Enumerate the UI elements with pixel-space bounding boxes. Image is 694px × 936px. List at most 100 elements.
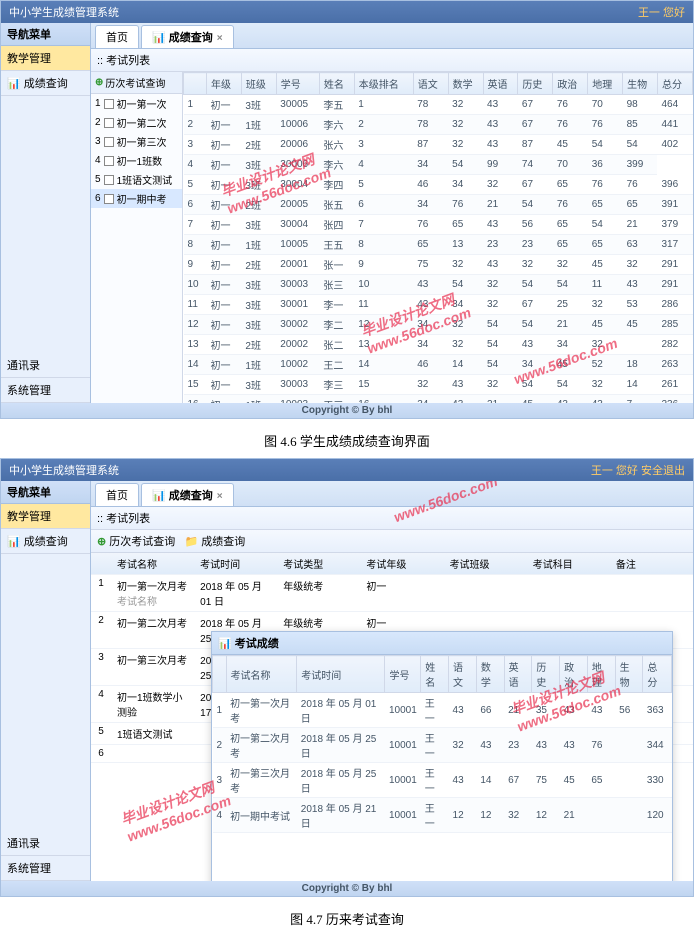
col-header[interactable]: 学号 — [276, 73, 319, 95]
plus-icon: ⊕ — [95, 77, 103, 88]
col-header[interactable]: 班级 — [241, 73, 276, 95]
figure-caption-2: 图 4.7 历来考试查询 — [0, 901, 694, 936]
table-row[interactable]: 5初一3班30004李四546343267657676396 — [184, 175, 693, 195]
table-row[interactable]: 3初一2班20006张六387324387455454402 — [184, 135, 693, 155]
table-row[interactable]: 1初一3班30005李五178324367767098464 — [184, 95, 693, 115]
exam-tree: ⊕历次考试查询 1 初一第一次2 初一第二次3 初一第三次4 初一1班数5 1班… — [91, 72, 183, 403]
nav-contacts[interactable]: 通讯录 — [1, 831, 90, 856]
nav-teaching[interactable]: 教学管理 — [1, 46, 90, 71]
sidebar: 导航菜单 教学管理 📊 成绩查询 通讯录 系统管理 — [1, 23, 91, 403]
folder-icon: 📁 — [184, 536, 198, 548]
sub-toolbar: ⊕ 历次考试查询 📁 成绩查询 — [91, 530, 693, 553]
nav-score-query[interactable]: 📊 成绩查询 — [1, 71, 90, 96]
table-row[interactable]: 14初一1班10002王二1446145434455218263 — [184, 355, 693, 375]
table-row[interactable]: 1初一第一次月考2018 年 05 月 01 日10001王一436621354… — [213, 693, 672, 728]
tree-item[interactable]: 5 1班语文测试 — [91, 170, 182, 189]
nav-teaching[interactable]: 教学管理 — [1, 504, 90, 529]
col-header[interactable]: 历史 — [532, 656, 560, 693]
figure-caption-1: 图 4.6 学生成绩成绩查询界面 — [0, 423, 694, 458]
col-header[interactable]: 地理 — [587, 656, 615, 693]
nav-system[interactable]: 系统管理 — [1, 856, 90, 881]
tree-item[interactable]: 6 初一期中考 — [91, 189, 182, 208]
app-window-2: 中小学生成绩管理系统 王一 您好 安全退出 导航菜单 教学管理 📊 成绩查询 通… — [0, 458, 694, 897]
user-info[interactable]: 王一 您好 — [638, 4, 685, 20]
col-header[interactable]: 生物 — [615, 656, 643, 693]
col-header[interactable]: 姓名 — [421, 656, 449, 693]
detail-table: 考试名称考试时间学号姓名语文数学英语历史政治地理生物总分 1初一第一次月考201… — [212, 655, 672, 833]
tab-home[interactable]: 首页 — [95, 483, 139, 506]
table-row[interactable]: 9初一2班20001张一975324332324532291 — [184, 255, 693, 275]
table-row[interactable]: 4初一3班30006李六4345499747036399 — [184, 155, 693, 175]
nav-contacts[interactable]: 通讯录 — [1, 353, 90, 378]
tree-item[interactable]: 2 初一第二次 — [91, 113, 182, 132]
tab-bar: 首页 📊 成绩查询× — [91, 23, 693, 49]
col-header[interactable]: 考试时间 — [297, 656, 385, 693]
col-header[interactable]: 数学 — [448, 73, 483, 95]
col-header[interactable]: 英语 — [504, 656, 532, 693]
col-header[interactable]: 考试名称 — [226, 656, 297, 693]
col-header[interactable]: 姓名 — [319, 73, 354, 95]
nav-title: 导航菜单 — [1, 23, 90, 46]
user-info[interactable]: 王一 您好 安全退出 — [591, 462, 685, 478]
col-header[interactable]: 总分 — [657, 73, 692, 95]
tree-header[interactable]: ⊕历次考试查询 — [91, 72, 182, 94]
col-header[interactable]: 语文 — [449, 656, 477, 693]
tree-item[interactable]: 4 初一1班数 — [91, 151, 182, 170]
table-row[interactable]: 15初一3班30003李三1532433254543214261 — [184, 375, 693, 395]
table-row[interactable]: 11初一3班30001李一1143343267253253286 — [184, 295, 693, 315]
col-header[interactable]: 总分 — [643, 656, 672, 693]
main-area: 首页 📊 成绩查询× :: 考试列表 ⊕历次考试查询 1 初一第一次2 初一第二… — [91, 23, 693, 403]
tab-query[interactable]: 📊 成绩查询× — [141, 483, 234, 506]
col-header[interactable] — [184, 73, 207, 95]
detail-panel: 📊 考试成绩 考试名称考试时间学号姓名语文数学英语历史政治地理生物总分 1初一第… — [211, 631, 673, 881]
table-row[interactable]: 8初一1班10005王五865132323656563317 — [184, 235, 693, 255]
col-header[interactable]: 英语 — [483, 73, 518, 95]
toolbar: :: 考试列表 — [91, 507, 693, 530]
tab-home[interactable]: 首页 — [95, 25, 139, 48]
title-bar: 中小学生成绩管理系统 王一 您好 安全退出 — [1, 459, 693, 481]
close-icon[interactable]: × — [217, 33, 223, 44]
table-row[interactable]: 16初一1班10003王三163443214543437236 — [184, 395, 693, 404]
col-header[interactable]: 本级排名 — [354, 73, 413, 95]
col-header[interactable]: 学号 — [385, 656, 421, 693]
col-header[interactable]: 地理 — [588, 73, 623, 95]
table-row[interactable]: 7初一3班30004张四776654356655421379 — [184, 215, 693, 235]
col-header[interactable]: 年级 — [207, 73, 242, 95]
exam-row[interactable]: 1初一第一次月考考试名称2018 年 05 月 01 日年级统考初一 — [91, 575, 693, 612]
table-row[interactable]: 13初一2班20002张二13343254433432282 — [184, 335, 693, 355]
app-title: 中小学生成绩管理系统 — [9, 4, 119, 20]
title-bar: 中小学生成绩管理系统 王一 您好 — [1, 1, 693, 23]
score-grid: 年级班级学号姓名本级排名语文数学英语历史政治地理生物总分 1初一3班30005李… — [183, 72, 693, 403]
table-row[interactable]: 12初一3班30002李二1234325454214545285 — [184, 315, 693, 335]
nav-title: 导航菜单 — [1, 481, 90, 504]
detail-title: 📊 考试成绩 — [212, 632, 672, 655]
close-icon[interactable]: × — [217, 491, 223, 502]
tree-item[interactable]: 1 初一第一次 — [91, 94, 182, 113]
table-row[interactable]: 4初一期中考试2018 年 05 月 21 日10001王一1212321221… — [213, 798, 672, 833]
col-header[interactable]: 生物 — [623, 73, 658, 95]
col-header[interactable] — [213, 656, 227, 693]
col-header[interactable]: 政治 — [560, 656, 588, 693]
score-table: 年级班级学号姓名本级排名语文数学英语历史政治地理生物总分 1初一3班30005李… — [183, 72, 693, 403]
sidebar: 导航菜单 教学管理 📊 成绩查询 通讯录 系统管理 — [1, 481, 91, 881]
app-title: 中小学生成绩管理系统 — [9, 462, 119, 478]
table-row[interactable]: 2初一1班10006李六278324367767685441 — [184, 115, 693, 135]
col-header[interactable]: 历史 — [518, 73, 553, 95]
col-header[interactable]: 数学 — [476, 656, 504, 693]
tab-query[interactable]: 📊 成绩查询× — [141, 25, 234, 48]
table-row[interactable]: 2初一第二次月考2018 年 05 月 25 日10001王一324323434… — [213, 728, 672, 763]
toolbar: :: 考试列表 — [91, 49, 693, 72]
table-row[interactable]: 3初一第三次月考2018 年 05 月 25 日10001王一431467754… — [213, 763, 672, 798]
tree-item[interactable]: 3 初一第三次 — [91, 132, 182, 151]
table-row[interactable]: 10初一3班30003张三1043543254541143291 — [184, 275, 693, 295]
footer: Copyright © By bhl — [1, 403, 693, 418]
table-row[interactable]: 6初一2班20005张五634762154766565391 — [184, 195, 693, 215]
footer: Copyright © By bhl — [1, 881, 693, 896]
col-header[interactable]: 政治 — [553, 73, 588, 95]
main-area: 首页 📊 成绩查询× :: 考试列表 ⊕ 历次考试查询 📁 成绩查询 考试名称考… — [91, 481, 693, 881]
nav-system[interactable]: 系统管理 — [1, 378, 90, 403]
app-window-1: 中小学生成绩管理系统 王一 您好 导航菜单 教学管理 📊 成绩查询 通讯录 系统… — [0, 0, 694, 419]
col-header[interactable]: 语文 — [413, 73, 448, 95]
tab-bar: 首页 📊 成绩查询× — [91, 481, 693, 507]
nav-score-query[interactable]: 📊 成绩查询 — [1, 529, 90, 554]
